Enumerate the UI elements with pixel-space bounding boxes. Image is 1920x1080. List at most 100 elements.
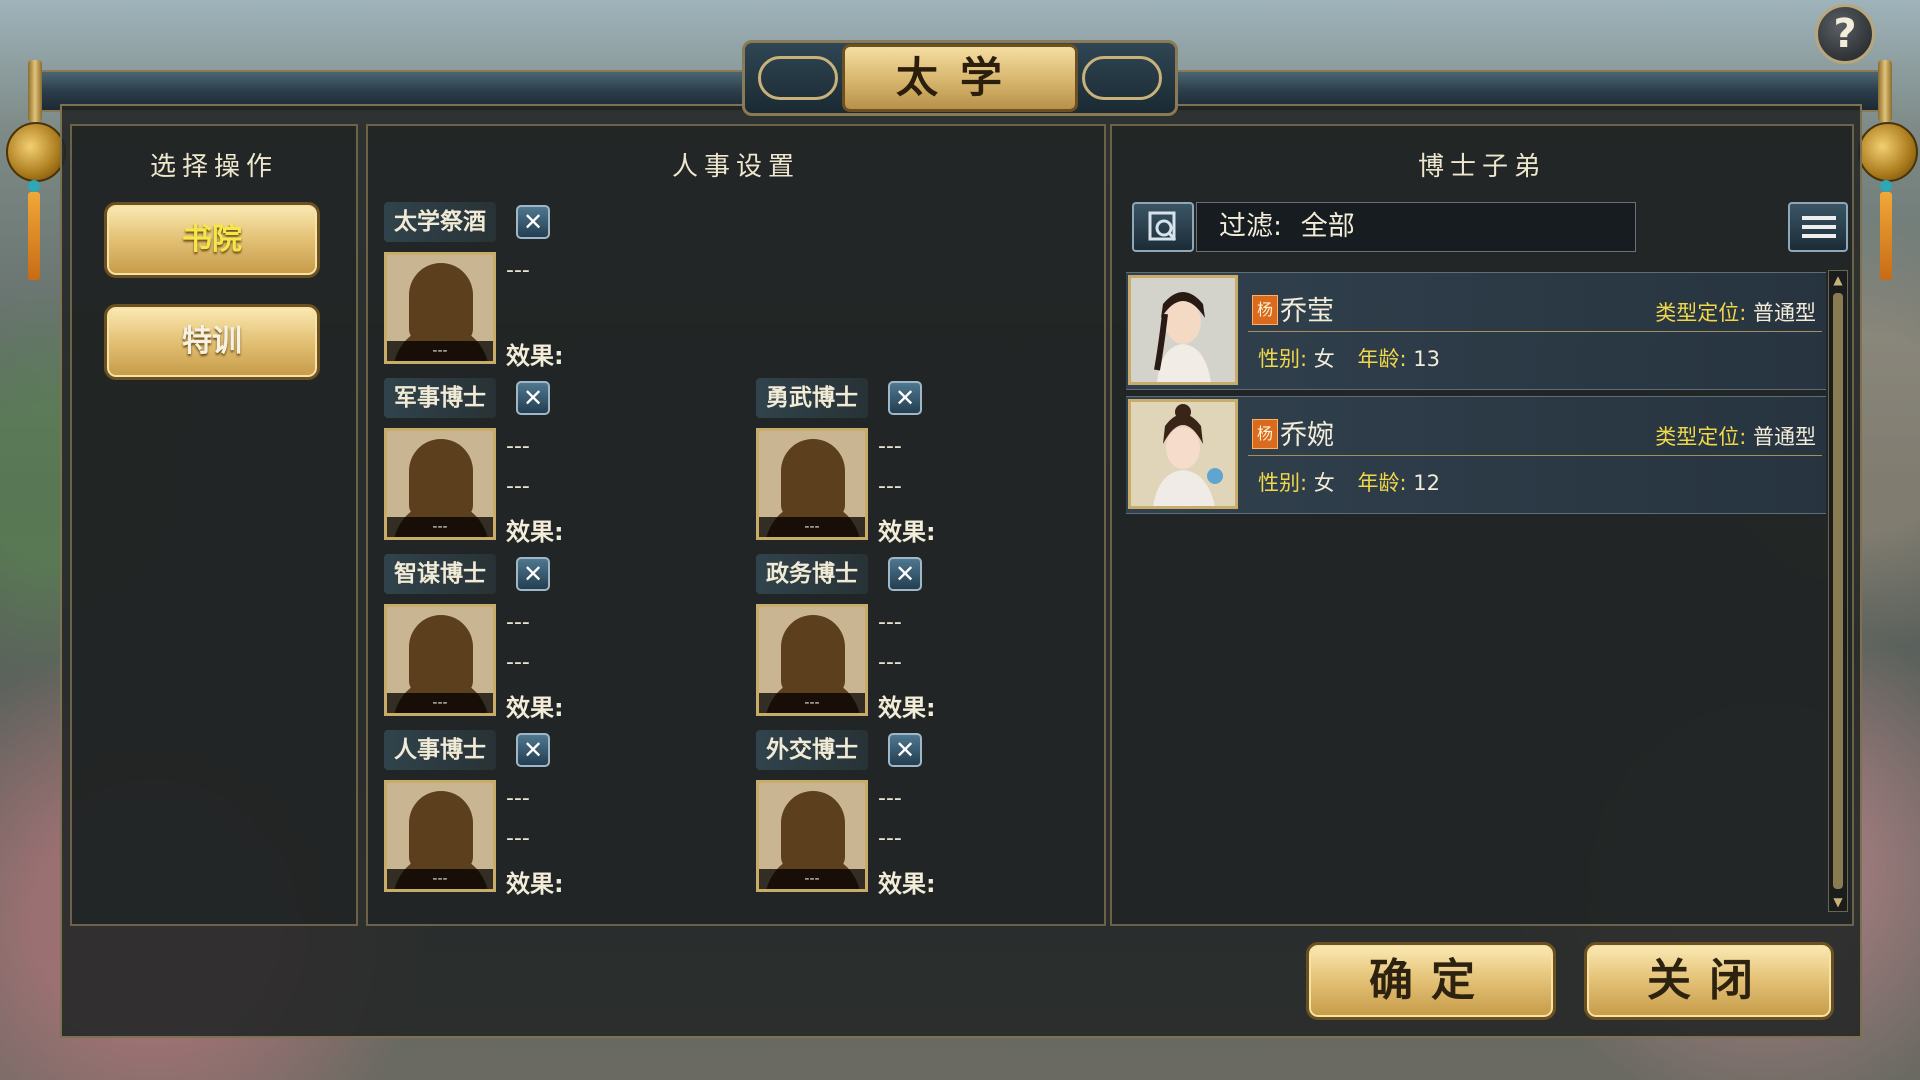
- gender-label: 性别:: [1258, 471, 1308, 495]
- right-panel-title: 博士子弟: [1110, 146, 1854, 182]
- portrait-name: ---: [759, 693, 865, 713]
- student-type: 类型定位: 普通型: [1655, 297, 1816, 327]
- title-ornament-left-icon: [758, 56, 838, 100]
- slot-effect-label: 效果:: [506, 342, 564, 370]
- middle-panel-title: 人事设置: [366, 146, 1106, 182]
- left-tassel-icon: [28, 192, 40, 280]
- student-name: 乔婉: [1280, 420, 1334, 451]
- family-badge: 杨: [1252, 295, 1278, 325]
- filter-search-icon[interactable]: [1132, 202, 1194, 252]
- student-info: 性别: 女 年龄: 12: [1258, 467, 1440, 497]
- slot-portrait[interactable]: ---: [756, 604, 868, 716]
- slot-portrait[interactable]: ---: [384, 252, 496, 364]
- clear-slot-x-icon[interactable]: ✕: [888, 381, 922, 415]
- rod-end-right: [1878, 60, 1892, 122]
- type-label: 类型定位:: [1655, 425, 1747, 449]
- slot-info-line: ---: [878, 474, 902, 499]
- slot-effect-label: 效果:: [506, 694, 564, 722]
- student-list-scrollbar[interactable]: ▲ ▼: [1828, 270, 1848, 912]
- portrait-name: ---: [387, 517, 493, 537]
- slot-label: 人事博士: [384, 730, 496, 770]
- type-value: 普通型: [1753, 301, 1816, 325]
- left-panel-title: 选择操作: [70, 146, 358, 182]
- row-divider: [1248, 331, 1822, 332]
- slot-info-line: ---: [878, 650, 902, 675]
- portrait-name: ---: [387, 693, 493, 713]
- filter-value: 全部: [1300, 211, 1355, 242]
- row-divider: [1248, 455, 1822, 456]
- window-title: 太学: [842, 44, 1078, 112]
- age-label: 年龄:: [1357, 347, 1407, 371]
- slot-info-line: ---: [506, 474, 530, 499]
- student-portrait: [1128, 275, 1238, 385]
- slot-info-line: ---: [506, 786, 530, 811]
- filter-field[interactable]: 过滤: 全部: [1196, 202, 1636, 252]
- slot-portrait[interactable]: ---: [384, 604, 496, 716]
- slot-portrait[interactable]: ---: [756, 780, 868, 892]
- left-bead-icon: [28, 180, 40, 192]
- slot-portrait[interactable]: ---: [384, 780, 496, 892]
- list-view-icon[interactable]: [1788, 202, 1848, 252]
- portrait-name: ---: [387, 341, 493, 361]
- slot-effect-label: 效果:: [878, 694, 936, 722]
- student-row[interactable]: 杨 乔莹 类型定位: 普通型 性别: 女 年龄: 13: [1126, 272, 1826, 390]
- student-portrait: [1128, 399, 1238, 509]
- slot-effect-label: 效果:: [506, 870, 564, 898]
- right-medallion-icon: [1858, 122, 1918, 182]
- button-academy[interactable]: 书院: [104, 202, 320, 278]
- student-row[interactable]: 杨 乔婉 类型定位: 普通型 性别: 女 年龄: 12: [1126, 396, 1826, 514]
- student-info: 性别: 女 年龄: 13: [1258, 343, 1440, 373]
- gender-label: 性别:: [1258, 347, 1308, 371]
- slot-effect-label: 效果:: [506, 518, 564, 546]
- type-value: 普通型: [1753, 425, 1816, 449]
- slot-effect-label: 效果:: [878, 870, 936, 898]
- confirm-button[interactable]: 确定: [1306, 942, 1556, 1020]
- rod-end-left: [28, 60, 42, 122]
- slot-info-line: ---: [506, 826, 530, 851]
- slot-label: 智谋博士: [384, 554, 496, 594]
- slot-label: 太学祭酒: [384, 202, 496, 242]
- right-bead-icon: [1880, 180, 1892, 192]
- clear-slot-x-icon[interactable]: ✕: [516, 557, 550, 591]
- close-button[interactable]: 关闭: [1584, 942, 1834, 1020]
- slot-label: 勇武博士: [756, 378, 868, 418]
- scroll-down-icon[interactable]: ▼: [1830, 893, 1846, 911]
- gender-value: 女: [1313, 471, 1335, 495]
- clear-slot-x-icon[interactable]: ✕: [888, 557, 922, 591]
- slot-label: 军事博士: [384, 378, 496, 418]
- slot-info-line: ---: [506, 434, 530, 459]
- age-label: 年龄:: [1357, 471, 1407, 495]
- clear-slot-x-icon[interactable]: ✕: [516, 381, 550, 415]
- scroll-up-icon[interactable]: ▲: [1830, 271, 1846, 289]
- slot-info-line: ---: [506, 650, 530, 675]
- slot-effect-label: 效果:: [878, 518, 936, 546]
- slot-info-line: ---: [878, 786, 902, 811]
- age-value: 13: [1413, 347, 1440, 371]
- slot-label: 政务博士: [756, 554, 868, 594]
- slot-portrait[interactable]: ---: [756, 428, 868, 540]
- clear-slot-x-icon[interactable]: ✕: [516, 205, 550, 239]
- scroll-thumb[interactable]: [1833, 293, 1843, 889]
- student-name: 乔莹: [1280, 296, 1334, 327]
- gender-value: 女: [1313, 347, 1335, 371]
- slot-portrait[interactable]: ---: [384, 428, 496, 540]
- left-medallion-icon: [6, 122, 66, 182]
- slot-info-line: ---: [878, 434, 902, 459]
- slot-info-line: ---: [878, 826, 902, 851]
- family-badge: 杨: [1252, 419, 1278, 449]
- student-type: 类型定位: 普通型: [1655, 421, 1816, 451]
- portrait-name: ---: [759, 517, 865, 537]
- button-special-training[interactable]: 特训: [104, 304, 320, 380]
- slot-label: 外交博士: [756, 730, 868, 770]
- clear-slot-x-icon[interactable]: ✕: [516, 733, 550, 767]
- right-tassel-icon: [1880, 192, 1892, 280]
- help-button[interactable]: ?: [1815, 4, 1875, 64]
- filter-label: 过滤:: [1219, 211, 1283, 242]
- slot-info-line: ---: [878, 610, 902, 635]
- type-label: 类型定位:: [1655, 301, 1747, 325]
- middle-panel-title-text: 人事设置: [671, 152, 800, 182]
- title-ornament-right-icon: [1082, 56, 1162, 100]
- clear-slot-x-icon[interactable]: ✕: [888, 733, 922, 767]
- age-value: 12: [1413, 471, 1440, 495]
- portrait-name: ---: [759, 869, 865, 889]
